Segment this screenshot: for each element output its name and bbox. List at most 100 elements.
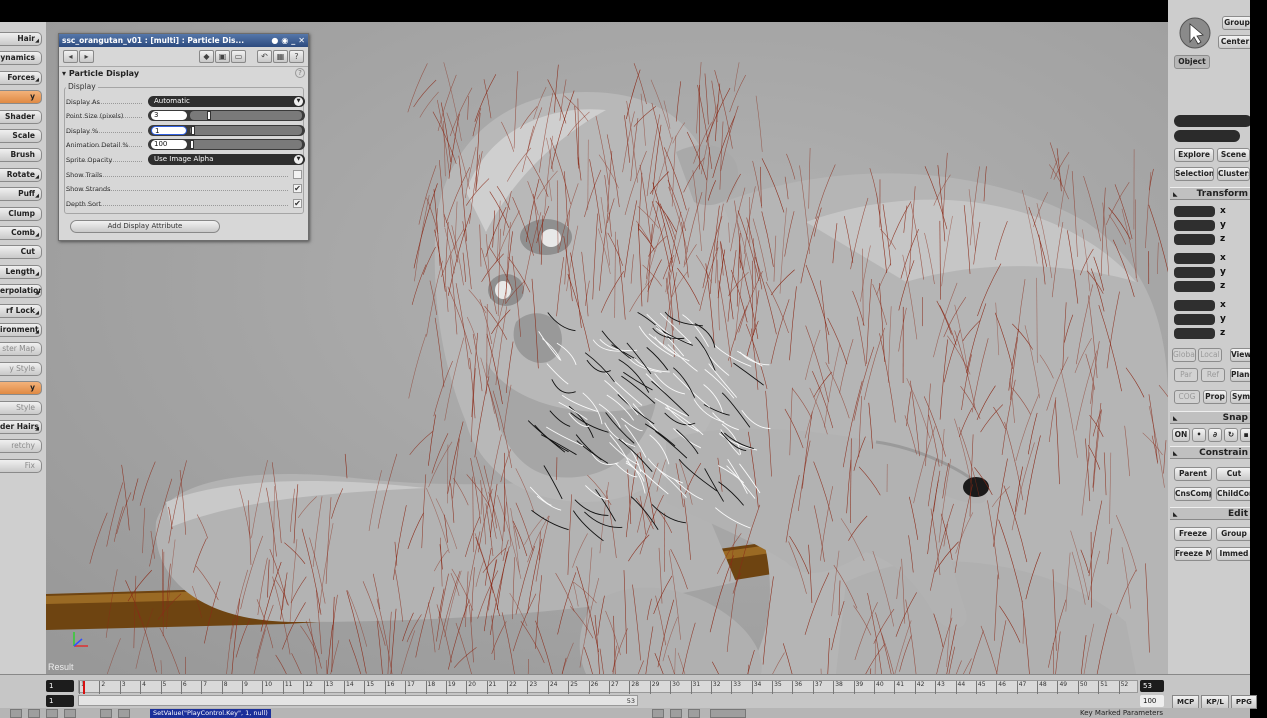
tool-button-22[interactable]: Fix xyxy=(0,458,42,473)
scale-y-field[interactable] xyxy=(1174,220,1215,231)
cnscomp-button[interactable]: CnsComp xyxy=(1174,487,1212,501)
range-start-field[interactable]: 1 xyxy=(46,695,74,707)
point-size-slider[interactable]: 3 xyxy=(148,110,305,121)
translate-x-field[interactable] xyxy=(1174,300,1215,311)
clusters-button[interactable]: Clusters xyxy=(1217,167,1250,181)
tool-button-11[interactable]: Cut xyxy=(0,245,42,260)
tool-button-8[interactable]: Puff ◢ xyxy=(0,187,42,202)
snap-surface-icon[interactable]: ↻ xyxy=(1224,428,1238,442)
translate-z-field[interactable] xyxy=(1174,328,1215,339)
tool-button-4[interactable]: Shader xyxy=(0,109,42,124)
animate-icon[interactable]: ▣ xyxy=(215,50,230,63)
tool-button-5[interactable]: Scale xyxy=(0,129,42,143)
timeline-ruler[interactable]: 1234567891011121314151617181920212223242… xyxy=(78,680,1138,694)
prop-button[interactable]: Prop xyxy=(1203,390,1227,404)
section-header[interactable]: ▾ Particle Display ? xyxy=(59,67,308,81)
tool-button-12[interactable]: Length ◢ xyxy=(0,264,42,279)
panel-title-bar[interactable]: ssc_orangutan_v01 : [multi] : Particle D… xyxy=(59,34,308,47)
playback-icon[interactable] xyxy=(46,709,58,718)
slider-thumb[interactable] xyxy=(206,111,211,120)
play-icon[interactable] xyxy=(670,709,682,718)
section-help-icon[interactable]: ? xyxy=(295,68,305,78)
scale-x-field[interactable] xyxy=(1174,206,1215,217)
local-button[interactable]: Local xyxy=(1198,348,1222,362)
point-size-track[interactable] xyxy=(190,111,302,120)
edit-group-button[interactable]: Group xyxy=(1216,527,1250,541)
sprite-opacity-dropdown[interactable]: Use Image Alpha ▼ xyxy=(148,154,305,165)
edit-section-header[interactable]: ◣ Edit xyxy=(1170,507,1250,520)
tool-button-2[interactable]: Forces ◢ xyxy=(0,70,42,85)
tool-button-17[interactable]: y Style xyxy=(0,361,42,376)
immed-button[interactable]: Immed xyxy=(1216,547,1250,561)
cut-button[interactable]: Cut xyxy=(1216,467,1250,481)
prev-icon[interactable]: ◂ xyxy=(63,50,78,63)
close-icon[interactable]: ✕ xyxy=(298,34,305,47)
tool-button-18[interactable]: y xyxy=(0,381,42,396)
tool-button-1[interactable]: ynamics xyxy=(0,51,42,66)
global-button[interactable]: Global xyxy=(1172,348,1196,362)
par-button[interactable]: Par xyxy=(1174,368,1198,382)
undo-icon[interactable] xyxy=(100,709,112,718)
tool-button-9[interactable]: Clump xyxy=(0,206,42,221)
show-strands-checkbox[interactable]: ✔ xyxy=(293,184,302,193)
snap-points-icon[interactable]: • xyxy=(1192,428,1206,442)
tool-button-16[interactable]: ster Map xyxy=(0,342,42,357)
snap-curve-icon[interactable]: ∂ xyxy=(1208,428,1222,442)
presets-icon[interactable]: ▦ xyxy=(273,50,288,63)
tool-button-15[interactable]: ironment ◢ xyxy=(0,323,42,337)
tool-button-20[interactable]: der Hairs ◢ xyxy=(0,420,42,434)
tool-button-10[interactable]: Comb ◢ xyxy=(0,226,42,240)
explore-button[interactable]: Explore xyxy=(1174,148,1214,162)
plane-button[interactable]: Plane xyxy=(1230,368,1250,382)
tab-mcp[interactable]: MCP xyxy=(1172,695,1200,709)
freeze-button[interactable]: Freeze xyxy=(1174,527,1212,541)
transform-section-header[interactable]: ◣ Transform xyxy=(1170,187,1250,200)
display-pct-slider[interactable]: 1 xyxy=(148,125,305,136)
scene-button[interactable]: Scene xyxy=(1217,148,1250,162)
animation-detail-input[interactable]: 100 xyxy=(151,140,187,149)
revert-icon[interactable]: ↶ xyxy=(257,50,272,63)
childcomp-button[interactable]: ChildComp xyxy=(1216,487,1250,501)
view-button[interactable]: View xyxy=(1230,348,1250,362)
start-frame-field[interactable]: 1 xyxy=(46,680,74,692)
tool-button-7[interactable]: Rotate ◢ xyxy=(0,167,42,182)
select-arrow-icon[interactable] xyxy=(1178,16,1212,50)
keyframe-icon[interactable] xyxy=(64,709,76,718)
freeze-m-button[interactable]: Freeze M xyxy=(1174,547,1212,561)
rotate-z-field[interactable] xyxy=(1174,281,1215,292)
help-icon[interactable]: ? xyxy=(289,50,304,63)
snap-section-header[interactable]: ◣ Snap xyxy=(1170,411,1250,424)
slider-thumb[interactable] xyxy=(191,126,196,135)
selection-name-field[interactable] xyxy=(1174,115,1250,127)
lock-icon[interactable]: ● xyxy=(271,34,278,47)
end-total-field[interactable]: 100 xyxy=(1140,695,1164,707)
playback-mode-icon[interactable] xyxy=(710,709,746,718)
tool-button-13[interactable]: erpolation ◢ xyxy=(0,284,42,299)
selection-button[interactable]: Selection xyxy=(1174,167,1214,181)
cog-button[interactable]: COG xyxy=(1174,390,1200,404)
snap-on-button[interactable]: ON xyxy=(1172,428,1190,442)
add-display-attribute-button[interactable]: Add Display Attribute xyxy=(70,220,220,233)
tool-button-3[interactable]: y xyxy=(0,90,42,105)
slider-thumb[interactable] xyxy=(190,140,194,149)
depth-sort-checkbox[interactable]: ✔ xyxy=(293,199,302,208)
keyframe-icon[interactable]: ◆ xyxy=(199,50,214,63)
tab-ppg[interactable]: PPG xyxy=(1230,695,1257,709)
settings-icon[interactable] xyxy=(652,709,664,718)
tab-kpl[interactable]: KP/L xyxy=(1201,695,1229,709)
command-line[interactable]: SetValue("PlayControl.Key", 1, null) xyxy=(150,709,271,718)
center-button[interactable]: Center xyxy=(1218,35,1250,49)
tool-button-19[interactable]: Style xyxy=(0,400,42,415)
tool-button-14[interactable]: rf Lock ◢ xyxy=(0,303,42,318)
rotate-x-field[interactable] xyxy=(1174,253,1215,264)
tool-button-0[interactable]: Hair ◢ xyxy=(0,32,42,46)
timeline-range-slider[interactable]: 53 xyxy=(78,695,638,706)
script-editor-icon[interactable] xyxy=(28,709,40,718)
tool-button-6[interactable]: Brush xyxy=(0,148,42,163)
minimize-icon[interactable]: _ xyxy=(291,34,295,47)
mouse-icon[interactable] xyxy=(10,709,22,718)
stop-icon[interactable] xyxy=(688,709,700,718)
animation-detail-track[interactable] xyxy=(190,140,302,149)
object-button[interactable]: Object xyxy=(1174,55,1210,69)
display-as-dropdown[interactable]: Automatic ▼ xyxy=(148,96,305,107)
